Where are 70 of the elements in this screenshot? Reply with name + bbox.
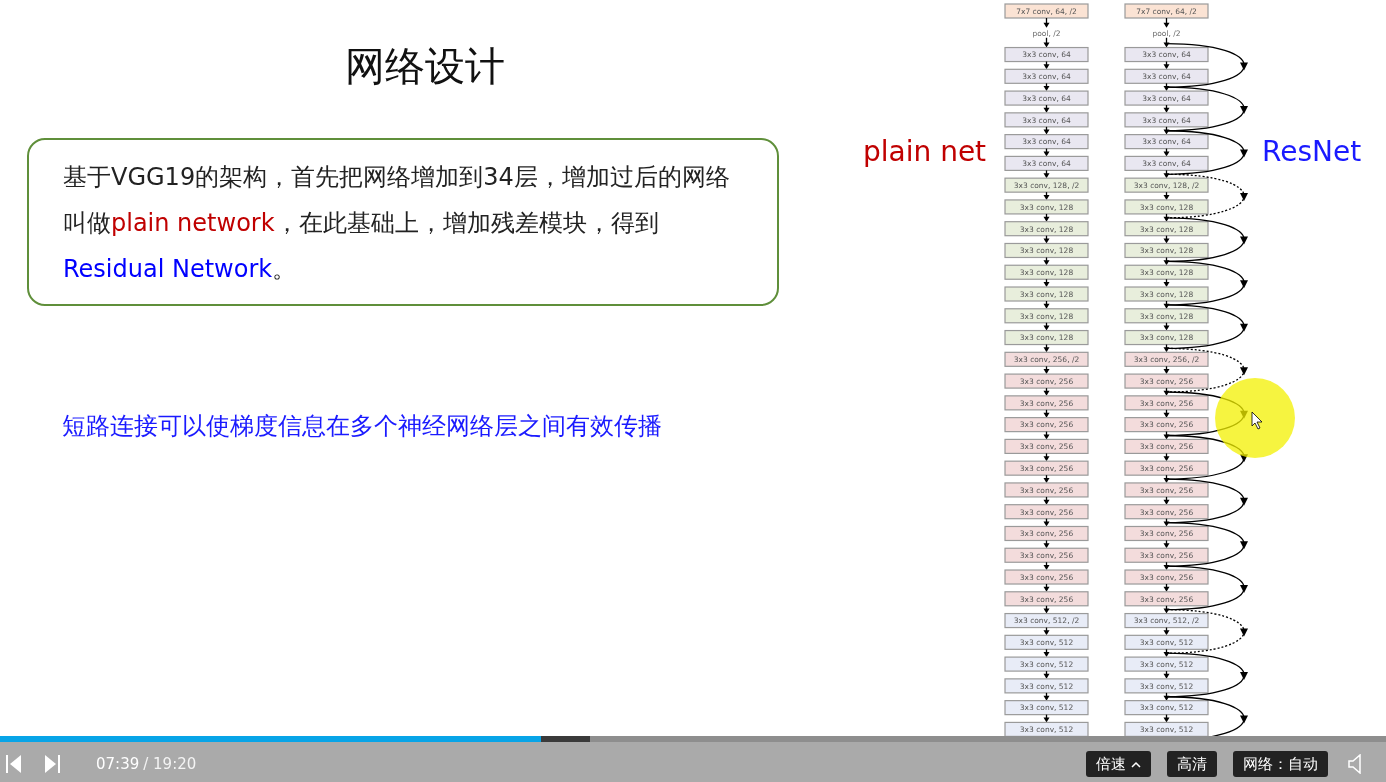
arrow [1043, 256, 1050, 266]
arrow [1163, 169, 1170, 179]
previous-icon[interactable] [6, 754, 22, 774]
arrow [1043, 213, 1050, 222]
arrow [1163, 213, 1170, 222]
arrow [1163, 431, 1170, 440]
arrow [1043, 104, 1050, 113]
description-paragraph: 基于VGG19的架构，首先把网络增加到34层，增加过后的网络叫做plain network，在此基础上，增加残差模块，得到 Residual Network。 [27, 138, 779, 306]
arrow [1163, 409, 1170, 418]
cursor-icon [1251, 411, 1263, 430]
arrow [1163, 670, 1170, 679]
current-time: 07:39 [96, 753, 140, 775]
arrow [1043, 518, 1050, 527]
next-icon[interactable] [44, 754, 60, 774]
arrow [1163, 626, 1170, 636]
arrow [1043, 692, 1050, 701]
resnet-label: ResNet [1262, 135, 1362, 168]
arrow [1163, 300, 1170, 309]
arrow [1043, 300, 1050, 309]
arrow [1163, 474, 1170, 483]
arrow [1163, 60, 1170, 70]
player-menu-button[interactable]: 高清 [1167, 751, 1217, 777]
arrow [1043, 322, 1050, 331]
highlight-text: 短路连接可以使梯度信息在多个神经网络层之间有效传播 [62, 411, 663, 442]
arrow [1163, 714, 1170, 723]
arrow [1043, 626, 1050, 636]
arrow [1043, 147, 1050, 157]
player-menu-button[interactable]: 倍速 [1086, 751, 1151, 777]
plain-net-label: plain net [863, 135, 987, 168]
slide-title: 网络设计 [344, 42, 506, 90]
arrow [1163, 343, 1170, 353]
arrow [1043, 126, 1050, 135]
arrow [1163, 583, 1170, 592]
arrow [1043, 431, 1050, 440]
progress-bar[interactable] [0, 736, 1386, 742]
arrow [1043, 474, 1050, 483]
arrow [1043, 409, 1050, 418]
arrow [1163, 37, 1170, 48]
arrow [1163, 518, 1170, 527]
arrow [1163, 235, 1170, 244]
arrow [1043, 605, 1050, 614]
arrow [1163, 17, 1170, 28]
arrow [1163, 387, 1170, 396]
arrow [1043, 37, 1050, 48]
arrow [1163, 692, 1170, 701]
arrow [1043, 191, 1050, 200]
arrow [1043, 60, 1050, 70]
arrow [1043, 17, 1050, 28]
arrow [1043, 452, 1050, 462]
arrow [1163, 452, 1170, 462]
arrow [1043, 714, 1050, 723]
arrow [1043, 670, 1050, 679]
arrow [1163, 191, 1170, 200]
arrow [1163, 126, 1170, 135]
arrow [1163, 104, 1170, 113]
arrow [1163, 496, 1170, 505]
total-time: / 19:20 [143, 753, 197, 775]
arrow [1163, 256, 1170, 266]
arrow [1043, 235, 1050, 244]
arrow [1043, 583, 1050, 592]
arrow [1163, 322, 1170, 331]
arrow [1043, 343, 1050, 353]
arrow [1043, 496, 1050, 505]
arrow [1043, 387, 1050, 396]
arrow [1043, 169, 1050, 179]
arrow [1163, 147, 1170, 157]
arrow [1163, 605, 1170, 614]
player-menu-button[interactable]: 网络：自动 [1233, 751, 1328, 777]
arrow [1043, 539, 1050, 549]
arrow [1163, 539, 1170, 549]
